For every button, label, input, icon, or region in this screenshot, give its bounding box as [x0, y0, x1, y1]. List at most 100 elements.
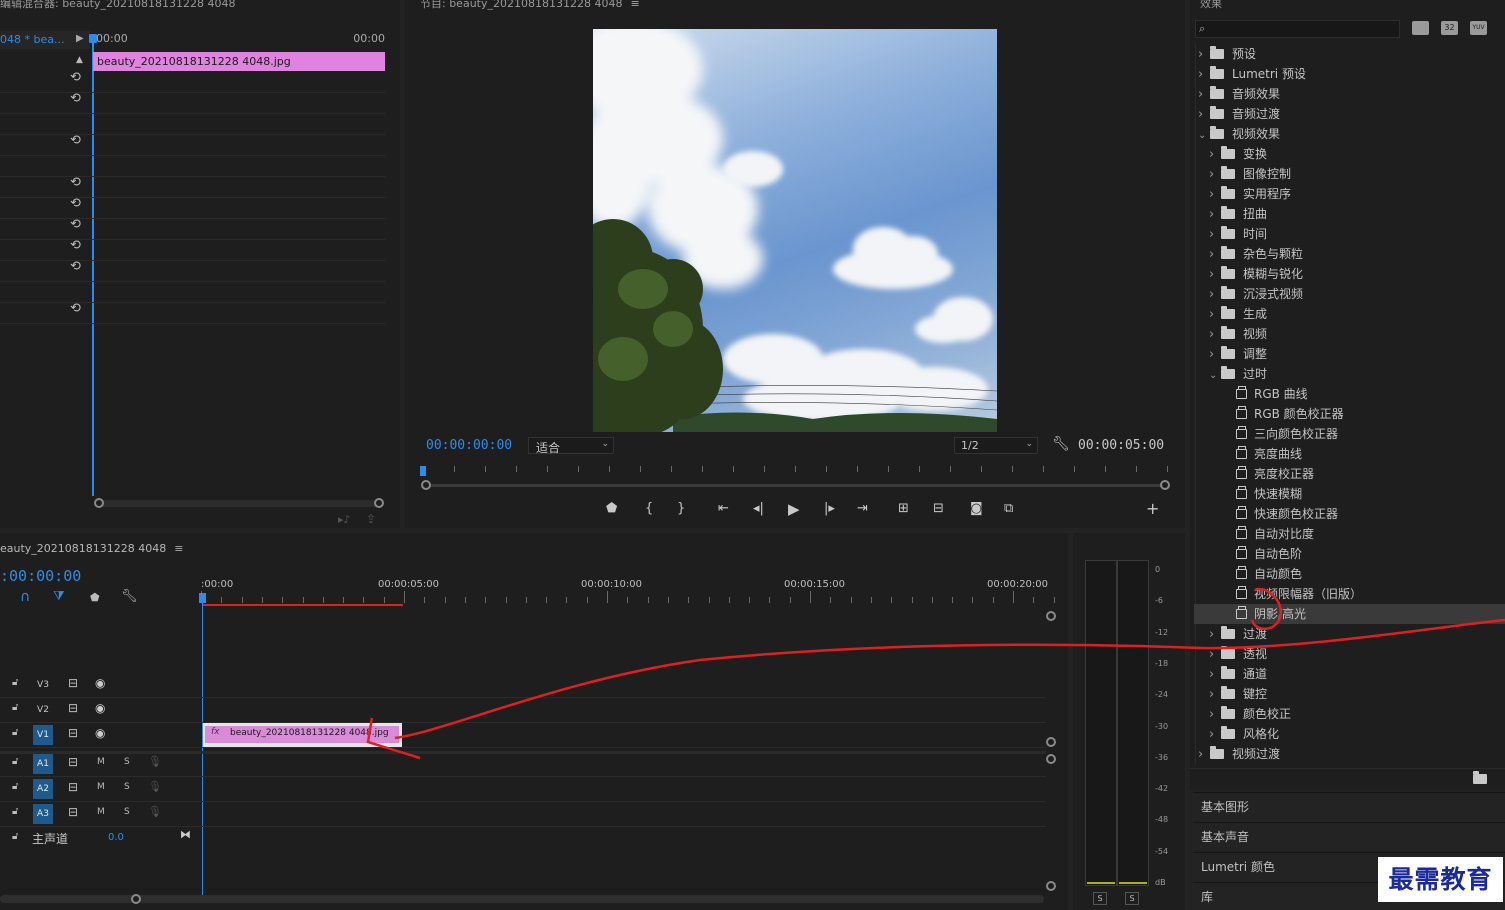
ec-scroll-left-handle[interactable] — [94, 498, 104, 508]
effect-item[interactable]: 三向颜色校正器 — [1190, 424, 1505, 444]
effect-item[interactable]: 自动对比度 — [1190, 524, 1505, 544]
reset-parameter-icon[interactable]: ⟲ — [70, 91, 81, 106]
add-marker-icon[interactable]: ⬟ — [606, 501, 617, 517]
track-target-v1[interactable]: V1 — [33, 725, 53, 745]
effect-item[interactable]: 视频限幅器（旧版） — [1190, 584, 1505, 604]
toggle-sync-lock-icon[interactable]: ⊟ — [68, 676, 78, 690]
play-only-icon[interactable]: ▶ — [76, 33, 84, 44]
program-zoom-bar[interactable] — [425, 484, 1167, 487]
track-lock-icon[interactable]: 🔓︎ — [12, 727, 18, 738]
track-lane[interactable] — [0, 747, 1046, 748]
new-bin-folder-icon[interactable] — [1473, 771, 1487, 786]
resolution-dropdown[interactable]: 1/2 ⌄ — [954, 437, 1038, 454]
track-lock-icon[interactable]: 🔓︎ — [12, 806, 18, 817]
fit-dropdown[interactable]: 适合 ⌄ — [528, 437, 614, 455]
lift-icon[interactable]: ⊞ — [898, 501, 909, 517]
timeline-menu-icon[interactable]: ≡ — [174, 542, 183, 555]
chevron-right-icon[interactable]: › — [1209, 285, 1221, 305]
program-playhead[interactable] — [420, 466, 426, 476]
reset-parameter-icon[interactable]: ⟲ — [70, 217, 81, 232]
effect-folder[interactable]: › 视频过渡 — [1190, 744, 1505, 764]
effect-folder[interactable]: › 实用程序 — [1190, 184, 1505, 204]
chevron-right-icon[interactable]: › — [1209, 725, 1221, 745]
video-scroll-bottom-handle[interactable] — [1046, 737, 1056, 747]
32bit-filter-icon[interactable]: 32 — [1441, 21, 1458, 35]
video-scroll-top-handle[interactable] — [1046, 611, 1056, 621]
chevron-right-icon[interactable]: › — [1209, 645, 1221, 665]
go-to-next-edit-icon[interactable]: ⧓ — [180, 828, 191, 841]
solo-left-button[interactable]: S — [1093, 892, 1107, 905]
effect-folder[interactable]: › 颜色校正 — [1190, 704, 1505, 724]
toggle-sync-lock-icon[interactable]: ⊟ — [68, 726, 78, 740]
chevron-down-icon[interactable]: ⌄ — [1209, 366, 1221, 386]
effects-search-input[interactable]: ⌕ — [1195, 20, 1400, 38]
effect-item[interactable]: 阴影/高光 — [1194, 604, 1505, 624]
reset-parameter-icon[interactable]: ⟲ — [70, 196, 81, 211]
chevron-right-icon[interactable]: › — [1209, 205, 1221, 225]
reset-parameter-icon[interactable]: ⟲ — [70, 238, 81, 253]
track-lock-icon[interactable]: 🔓︎ — [12, 831, 18, 842]
effect-folder[interactable]: › Lumetri 预设 — [1190, 64, 1505, 84]
effect-item[interactable]: RGB 曲线 — [1190, 384, 1505, 404]
track-target-a2[interactable]: A2 — [33, 779, 53, 799]
effect-folder[interactable]: › 过渡 — [1190, 624, 1505, 644]
audio-scroll-bottom-handle[interactable] — [1046, 881, 1056, 891]
extract-icon[interactable]: ⊟ — [933, 501, 944, 517]
effect-folder[interactable]: › 音频效果 — [1190, 84, 1505, 104]
program-mini-ruler[interactable] — [423, 466, 1168, 476]
settings-wrench-icon[interactable]: 🔧︎ — [1052, 436, 1070, 452]
timeline-timecode[interactable]: :00:00:00 — [0, 567, 81, 585]
effect-folder[interactable]: › 时间 — [1190, 224, 1505, 244]
effect-folder[interactable]: › 图像控制 — [1190, 164, 1505, 184]
effect-item[interactable]: 快速颜色校正器 — [1190, 504, 1505, 524]
chevron-right-icon[interactable]: › — [1198, 105, 1210, 125]
reset-parameter-icon[interactable]: ⟲ — [70, 70, 81, 85]
step-back-icon[interactable]: ◂| — [753, 501, 764, 517]
audio-only-icon[interactable]: ▸♪ — [338, 513, 351, 526]
voice-over-record-mic-icon[interactable]: 🎙︎ — [148, 805, 162, 818]
mute-track-button[interactable]: M — [97, 807, 105, 817]
panel-essential-sound[interactable]: 基本声音 — [1193, 822, 1505, 852]
track-target-a1[interactable]: A1 — [33, 754, 53, 774]
audio-scroll-top-handle[interactable] — [1046, 754, 1056, 764]
linked-selection-icon[interactable]: ⧩ — [53, 589, 65, 604]
chevron-down-icon[interactable]: ⌄ — [1198, 126, 1210, 146]
track-target-v2[interactable]: V2 — [33, 700, 53, 720]
effect-item[interactable]: 自动颜色 — [1190, 564, 1505, 584]
effect-folder[interactable]: › 扭曲 — [1190, 204, 1505, 224]
track-target-v3[interactable]: V3 — [33, 675, 53, 695]
track-target-a3[interactable]: A3 — [33, 804, 53, 824]
program-timecode-current[interactable]: 00:00:00:00 — [426, 438, 512, 453]
chevron-right-icon[interactable]: › — [1198, 85, 1210, 105]
clip-selector[interactable]: 048 * bea... ▶ — [0, 31, 90, 49]
effect-item[interactable]: 自动色阶 — [1190, 544, 1505, 564]
timeline-ruler[interactable]: :00:00 00:00:05:00 00:00:10:00 00:00:15:00 0… — [201, 577, 1055, 607]
effect-folder[interactable]: › 视频 — [1190, 324, 1505, 344]
timeline-hscrollbar[interactable] — [0, 895, 1044, 903]
chevron-right-icon[interactable]: › — [1209, 305, 1221, 325]
effect-folder[interactable]: ⌄ 过时 — [1190, 364, 1505, 384]
effect-item[interactable]: RGB 颜色校正器 — [1190, 404, 1505, 424]
effect-folder[interactable]: › 键控 — [1190, 684, 1505, 704]
effect-folder[interactable]: ⌄ 视频效果 — [1190, 124, 1505, 144]
work-area-bar[interactable] — [203, 604, 403, 606]
reset-parameter-icon[interactable]: ⟲ — [70, 133, 81, 148]
add-marker-timeline-icon[interactable]: ⬟ — [90, 591, 100, 604]
chevron-right-icon[interactable]: › — [1198, 45, 1210, 65]
effect-folder[interactable]: › 风格化 — [1190, 724, 1505, 744]
mute-track-button[interactable]: M — [97, 782, 105, 792]
effect-folder[interactable]: › 通道 — [1190, 664, 1505, 684]
effect-folder[interactable]: › 音频过渡 — [1190, 104, 1505, 124]
effect-folder[interactable]: › 预设 — [1190, 44, 1505, 64]
toggle-sync-lock-icon[interactable]: ⊟ — [68, 805, 78, 819]
export-frame-camera-icon[interactable]: ◙ — [970, 501, 983, 517]
panel-menu-icon[interactable]: ≡ — [630, 0, 639, 10]
timeline-settings-wrench-icon[interactable]: 🔧︎ — [121, 589, 138, 604]
chevron-right-icon[interactable]: › — [1198, 65, 1210, 85]
solo-track-button[interactable]: S — [124, 782, 130, 792]
program-zoom-right-handle[interactable] — [1160, 480, 1170, 490]
toggle-sync-lock-icon[interactable]: ⊟ — [68, 755, 78, 769]
chevron-right-icon[interactable]: › — [1209, 165, 1221, 185]
effect-folder[interactable]: › 杂色与颗粒 — [1190, 244, 1505, 264]
program-zoom-left-handle[interactable] — [421, 480, 431, 490]
